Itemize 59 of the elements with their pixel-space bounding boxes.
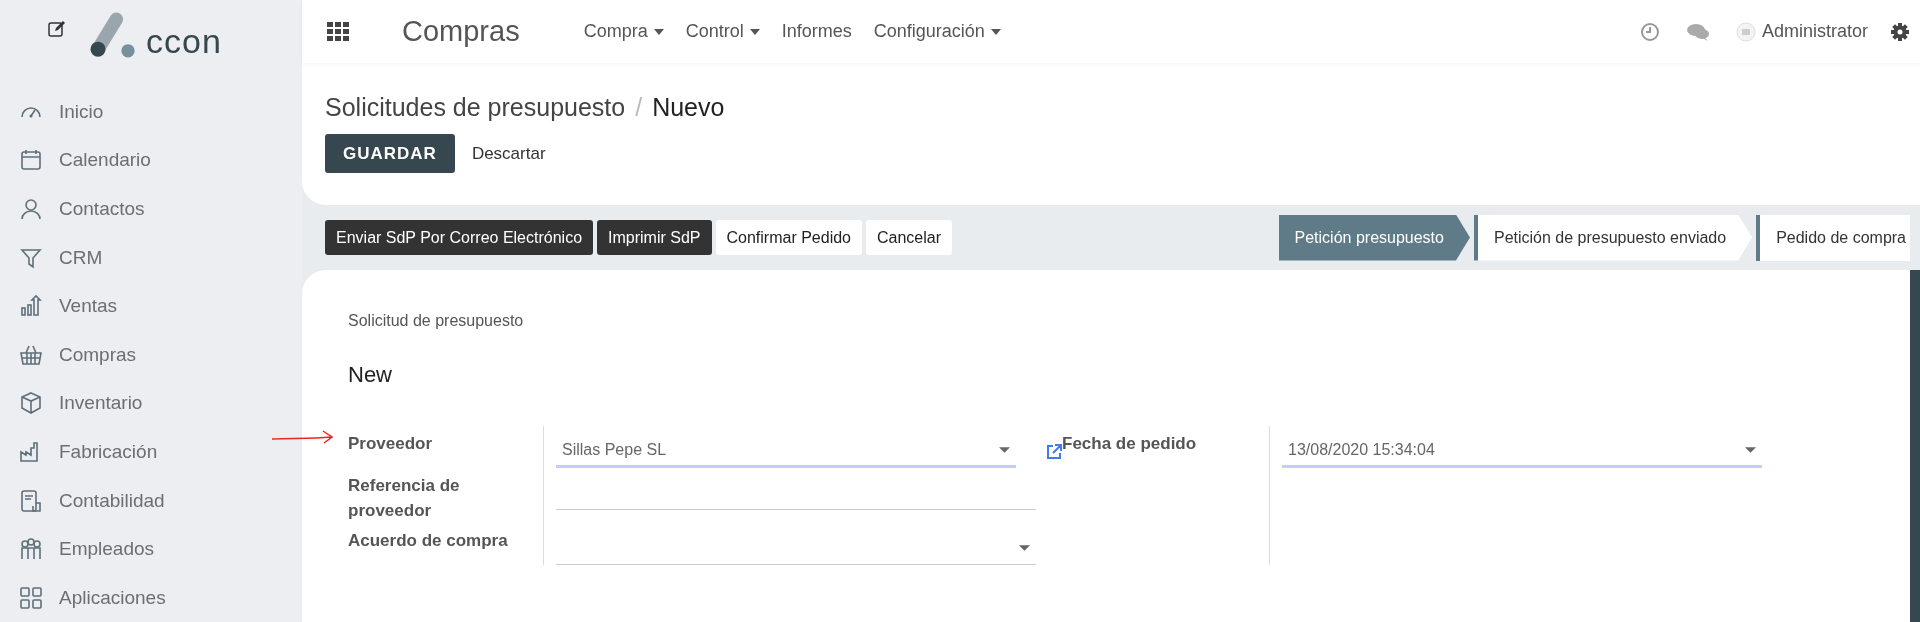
sidebar-item[interactable]: Aplicaciones <box>0 573 302 622</box>
action-button[interactable]: Imprimir SdP <box>597 220 712 255</box>
sidebar-item[interactable]: Compras <box>0 330 302 380</box>
field-label: Proveedor <box>348 433 434 455</box>
annotation-arrow <box>271 430 334 444</box>
save-button[interactable]: GUARDAR <box>325 134 455 173</box>
user-name[interactable]: Administrator <box>1761 21 1868 42</box>
box-icon <box>19 391 43 416</box>
select-field[interactable]: 13/08/2020 15:34:04 <box>1282 434 1762 468</box>
form-subtitle: Solicitud de presupuesto <box>348 312 525 330</box>
breadcrumb-link[interactable]: Solicitudes de presupuesto <box>325 93 626 122</box>
apps-grid-icon <box>19 585 43 610</box>
status-step[interactable]: Petición de presupuesto enviado <box>1473 214 1753 261</box>
discard-button[interactable]: Descartar <box>471 143 546 164</box>
app-title: Compras <box>402 15 520 48</box>
status-step[interactable]: Petición presupuesto <box>1278 214 1470 261</box>
sidebar-item[interactable]: Fabricación <box>0 427 302 477</box>
avatar-icon <box>1735 21 1756 42</box>
external-link-icon[interactable] <box>1044 442 1064 462</box>
breadcrumb-separator: / <box>635 93 643 122</box>
action-button[interactable]: Confirmar Pedido <box>715 220 862 255</box>
sidebar-item[interactable]: Inventario <box>0 379 302 428</box>
sidebar-item[interactable]: Contabilidad <box>0 476 302 525</box>
person-icon <box>19 196 43 221</box>
action-button[interactable]: Cancelar <box>866 220 953 255</box>
logo-icon <box>88 12 138 59</box>
menu-link[interactable]: Configuración <box>873 21 1001 42</box>
sidebar-item[interactable]: Inicio <box>0 87 302 137</box>
calendar-icon <box>19 148 43 173</box>
field-label: Acuerdo de compra <box>348 530 509 552</box>
ledger-icon <box>19 488 43 513</box>
field-label: Fecha de pedido <box>1062 433 1198 455</box>
clock-icon[interactable] <box>1639 21 1660 42</box>
breadcrumb-current: Nuevo <box>652 93 725 122</box>
sidebar-item[interactable]: Calendario <box>0 136 302 185</box>
action-button[interactable]: Enviar SdP Por Correo Electrónico <box>325 220 594 255</box>
record-name: New <box>348 362 393 388</box>
sidebar-item[interactable]: Contactos <box>0 184 302 234</box>
apps-menu-icon[interactable] <box>327 20 349 43</box>
bar-chart-icon <box>19 294 43 319</box>
settings-icon[interactable] <box>1890 21 1910 42</box>
dropdown-caret-icon <box>1745 446 1756 453</box>
field-value: Sillas Pepe SL <box>562 440 667 458</box>
edit-icon[interactable] <box>48 20 66 39</box>
menu-link[interactable]: Informes <box>781 21 852 42</box>
field-label: Referencia de proveedor <box>348 475 461 522</box>
menu-link[interactable]: Compra <box>583 21 664 42</box>
menu-link[interactable]: Control <box>685 21 760 42</box>
sidebar-item[interactable]: CRM <box>0 233 302 282</box>
dropdown-caret-icon <box>1019 544 1030 551</box>
logo-text: ccon <box>146 24 222 59</box>
field-value: 13/08/2020 15:34:04 <box>1288 440 1435 458</box>
select-field[interactable]: Sillas Pepe SL <box>556 434 1016 468</box>
status-step[interactable]: Pedido de compra <box>1756 214 1910 261</box>
people-icon <box>19 537 43 562</box>
dropdown-caret-icon <box>999 446 1010 453</box>
sidebar-item[interactable]: Empleados <box>0 524 302 574</box>
chat-icon[interactable] <box>1685 21 1710 42</box>
sidebar-item[interactable]: Ventas <box>0 281 302 331</box>
